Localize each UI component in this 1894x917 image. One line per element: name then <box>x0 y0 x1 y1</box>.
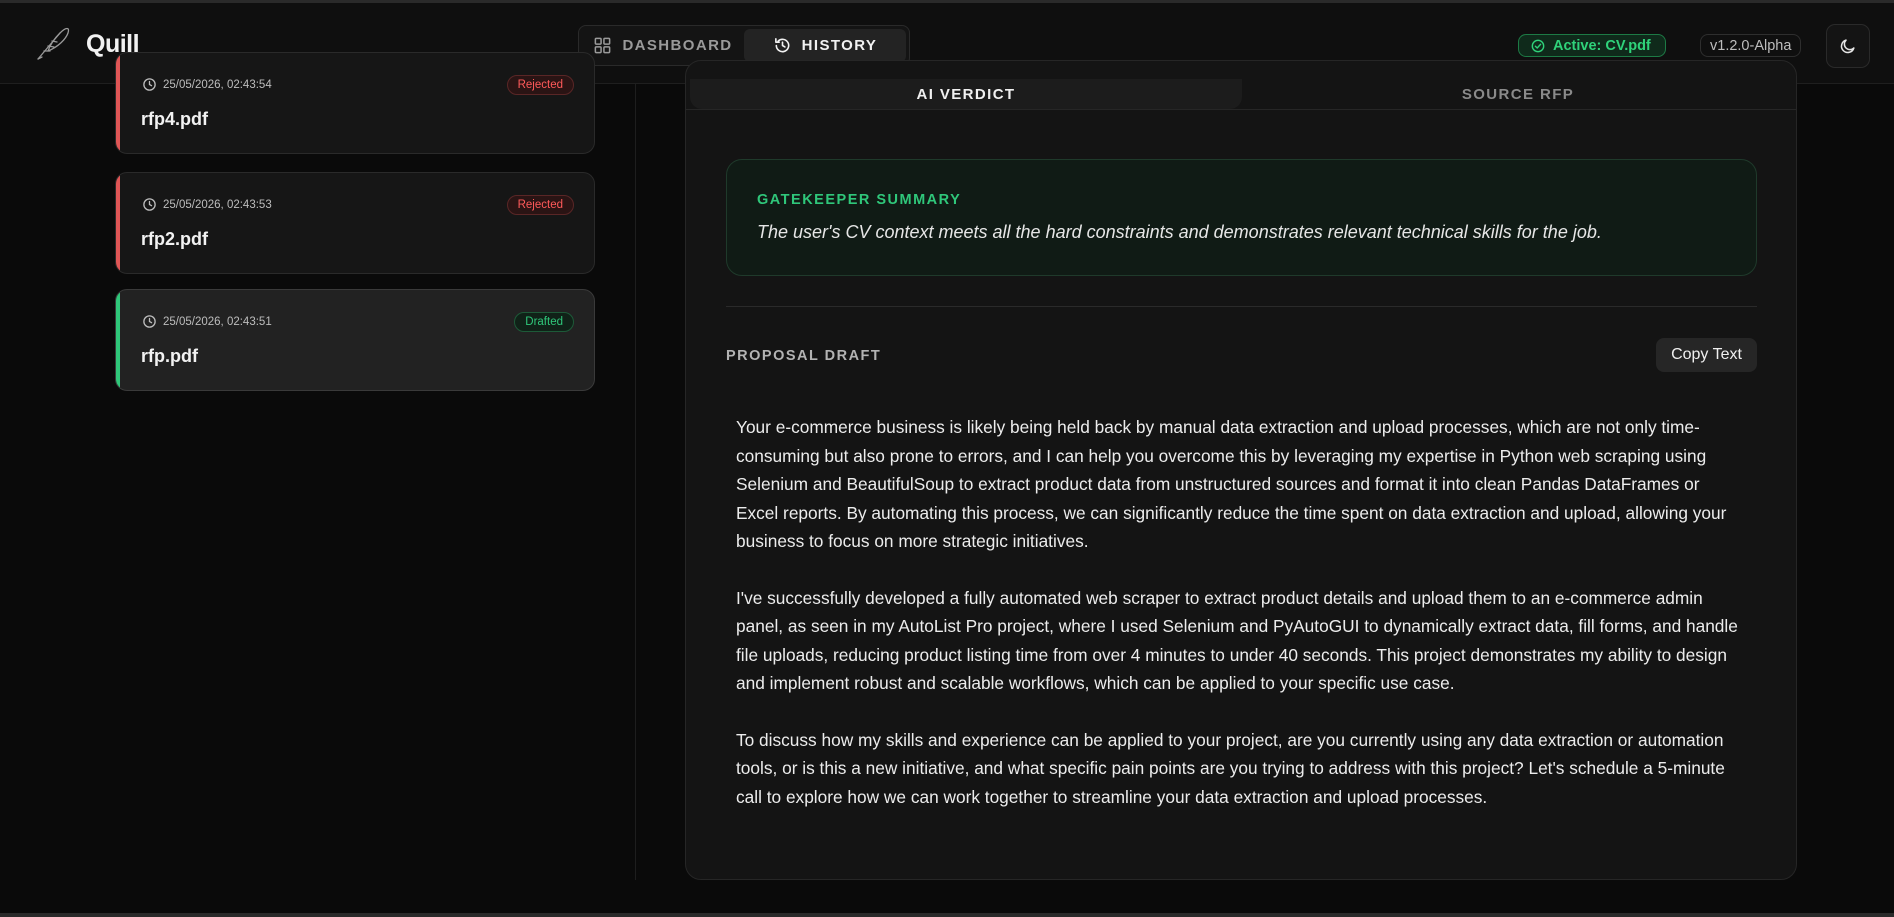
tab-history[interactable]: HISTORY <box>744 29 906 62</box>
card-timestamp: 25/05/2026, 02:43:51 <box>142 314 272 329</box>
column-divider <box>635 84 636 880</box>
tab-source-rfp[interactable]: SOURCE RFP <box>1242 79 1794 109</box>
detail-tabs: AI VERDICT SOURCE RFP <box>690 79 1794 109</box>
status-badge: Rejected <box>506 75 574 95</box>
status-badge: Rejected <box>506 195 574 215</box>
draft-paragraph: Your e-commerce business is likely being… <box>736 417 1727 551</box>
draft-paragraph: I've successfully developed a fully auto… <box>736 587 1738 694</box>
clock-icon <box>143 315 156 328</box>
card-timestamp-text: 25/05/2026, 02:43:51 <box>163 315 272 328</box>
quill-feather-icon <box>37 27 70 60</box>
tab-history-label: HISTORY <box>801 37 878 54</box>
active-file-badge: Active: CV.pdf <box>1518 34 1666 57</box>
tabs-divider <box>686 109 1796 110</box>
proposal-draft-body[interactable]: Your e-commerce business is likely being… <box>736 413 1746 839</box>
history-card-rfp4[interactable]: 25/05/2026, 02:43:54 Rejected rfp4.pdf <box>115 52 595 154</box>
history-card-rfp[interactable]: 25/05/2026, 02:43:51 Drafted rfp.pdf <box>115 289 595 391</box>
clock-icon <box>143 78 156 91</box>
section-divider <box>726 306 1757 307</box>
tab-dashboard-label: DASHBOARD <box>622 37 733 54</box>
tab-ai-verdict[interactable]: AI VERDICT <box>690 79 1242 109</box>
dashboard-grid-icon <box>595 37 611 54</box>
gatekeeper-summary: GATEKEEPER SUMMARY The user's CV context… <box>726 159 1757 276</box>
card-timestamp-text: 25/05/2026, 02:43:54 <box>163 78 272 91</box>
proposal-draft-title: PROPOSAL DRAFT <box>726 348 882 364</box>
active-file-label: Active: CV.pdf <box>1553 37 1651 54</box>
moon-icon <box>1840 39 1855 54</box>
check-circle-icon <box>1531 39 1545 52</box>
draft-paragraph: To discuss how my skills and experience … <box>736 729 1725 807</box>
history-clock-icon <box>774 38 790 53</box>
summary-title: GATEKEEPER SUMMARY <box>757 192 962 208</box>
card-timestamp-text: 25/05/2026, 02:43:53 <box>163 198 272 211</box>
card-filename: rfp.pdf <box>141 346 198 366</box>
app-root: Quill DASHBOARD HISTORY Active: CV.pdf v… <box>0 0 1894 917</box>
history-card-rfp2[interactable]: 25/05/2026, 02:43:53 Rejected rfp2.pdf <box>115 172 595 274</box>
summary-text: The user's CV context meets all the hard… <box>757 222 1602 242</box>
card-timestamp: 25/05/2026, 02:43:54 <box>142 77 272 92</box>
detail-panel: AI VERDICT SOURCE RFP GATEKEEPER SUMMARY… <box>685 60 1797 880</box>
tab-dashboard[interactable]: DASHBOARD <box>582 29 744 62</box>
copy-text-button[interactable]: Copy Text <box>1656 338 1757 372</box>
card-filename: rfp2.pdf <box>141 229 208 249</box>
status-badge: Drafted <box>514 312 574 332</box>
clock-icon <box>143 198 156 211</box>
card-filename: rfp4.pdf <box>141 109 208 129</box>
window-bottom-edge <box>0 913 1894 917</box>
theme-toggle-button[interactable] <box>1826 24 1870 68</box>
version-badge: v1.2.0-Alpha <box>1700 34 1802 57</box>
card-timestamp: 25/05/2026, 02:43:53 <box>142 197 272 212</box>
